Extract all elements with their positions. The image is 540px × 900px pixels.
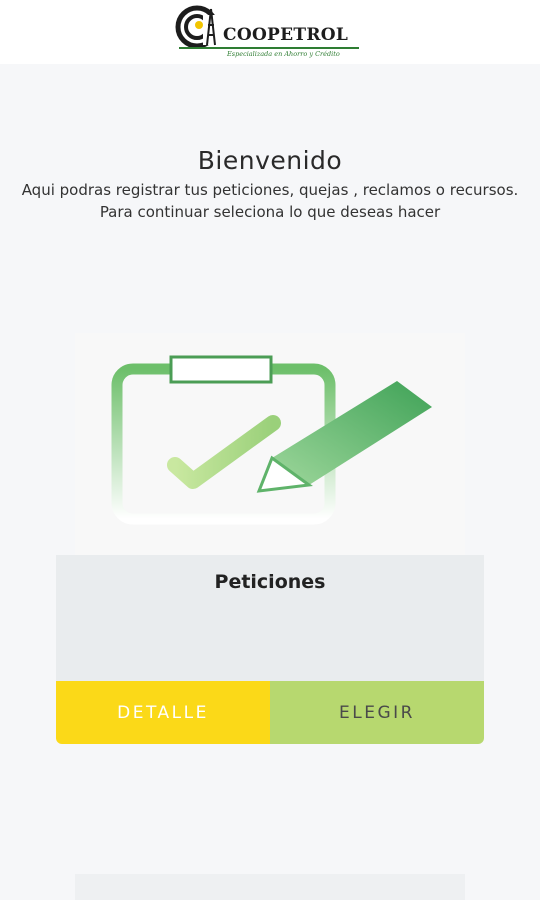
logo-name: COOPETROL: [223, 25, 349, 45]
card-title: Peticiones: [214, 571, 326, 593]
welcome-section: Bienvenido Aqui podras registrar tus pet…: [0, 146, 540, 223]
card-peticiones-image[interactable]: [75, 333, 465, 555]
card-peticiones: Peticiones: [56, 555, 484, 681]
elegir-button[interactable]: ELEGIR: [270, 681, 484, 744]
coopetrol-logo: COOPETROL Especializada en Ahorro y Créd…: [175, 3, 365, 61]
welcome-title: Bienvenido: [197, 146, 343, 175]
logo-divider: [179, 47, 359, 49]
clipboard-check-pencil-icon: [111, 355, 432, 525]
detalle-button[interactable]: DETALLE: [56, 681, 270, 744]
welcome-description: Aqui podras registrar tus peticiones, qu…: [21, 181, 519, 199]
welcome-instruction: Para continuar seleciona lo que deseas h…: [99, 203, 441, 221]
logo-tagline: Especializada en Ahorro y Crédito: [227, 50, 340, 58]
app-header: COOPETROL Especializada en Ahorro y Créd…: [0, 0, 540, 64]
next-card-peek: [75, 874, 465, 900]
coopetrol-logo-icon: [175, 5, 223, 49]
